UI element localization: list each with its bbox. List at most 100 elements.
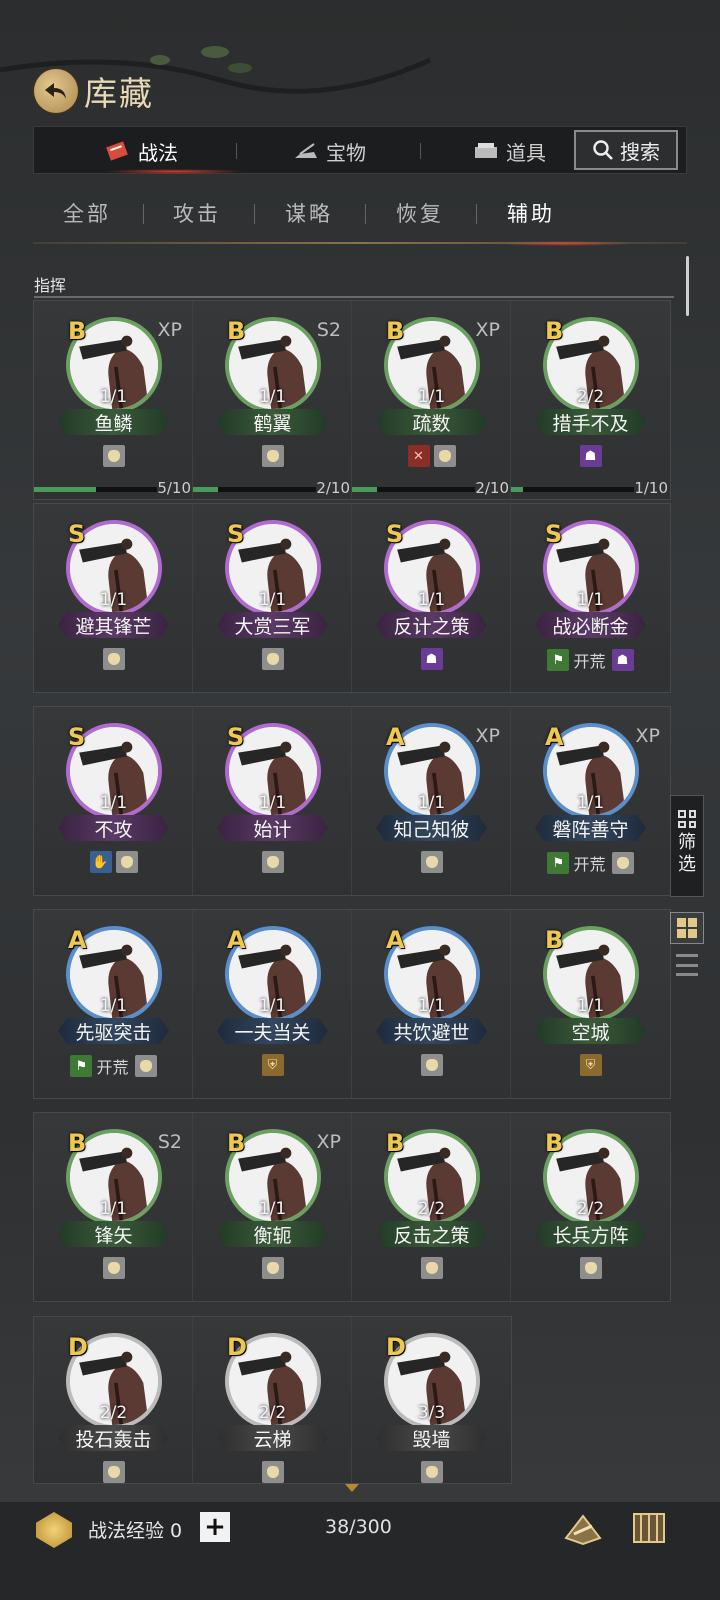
bag-icon (115, 851, 138, 873)
skill-tag: S2 (157, 1131, 182, 1153)
back-button[interactable] (34, 69, 78, 113)
skill-count: 2/2 (258, 1403, 287, 1423)
skill-tag: XP (475, 319, 500, 341)
skill-count: 1/1 (576, 793, 605, 813)
skill-card[interactable]: B XP 1/1 疏数 ✕ 2/10 (352, 301, 511, 499)
skill-card[interactable]: B 2/2 措手不及 ☗ 1/10 (511, 301, 670, 499)
skill-card[interactable]: S 1/1 避其锋芒 (34, 504, 193, 692)
progress-text: 2/10 (316, 479, 350, 497)
skill-card[interactable]: S 1/1 反计之策 ☗ (352, 504, 511, 692)
subtab-support[interactable]: 辅助 (507, 198, 555, 228)
search-icon (593, 140, 613, 160)
shield-icon: ⛨ (261, 1054, 284, 1076)
skill-name: 锋矢 (58, 1221, 169, 1247)
skill-count: 1/1 (417, 387, 446, 407)
subtab-all[interactable]: 全部 (63, 198, 111, 228)
skill-row: B XP 1/1 鱼鳞 5/10 B S2 1/1 鹤翼 2/10 B XP 1/1 疏数 ✕ 2/10 B 2/… (33, 300, 671, 500)
bag-icon (102, 648, 125, 670)
active-tab-glow (104, 169, 244, 174)
skill-card[interactable]: B S2 1/1 鹤翼 2/10 (193, 301, 352, 499)
tab-label: 道具 (506, 140, 546, 165)
subtab-attack[interactable]: 攻击 (173, 198, 221, 228)
list-view-toggle[interactable] (676, 954, 698, 976)
subtab-underline (33, 242, 687, 244)
skill-row: S 1/1 避其锋芒 S 1/1 大赏三军 S 1/1 反计之策 ☗ S 1/1 战必断金 ⚑ 开荒 ☗ (33, 503, 671, 693)
divider (365, 204, 366, 224)
scrollbar[interactable] (686, 256, 689, 316)
skill-type-icons: ⚑ 开荒 ☗ (511, 648, 670, 672)
filter-label-1: 筛 (678, 832, 696, 853)
skill-card[interactable]: A 1/1 一夫当关 ⛨ (193, 910, 352, 1098)
skill-card[interactable]: A 1/1 共饮避世 (352, 910, 511, 1098)
subtab-recover[interactable]: 恢复 (396, 198, 444, 228)
skill-card[interactable]: B 2/2 长兵方阵 (511, 1113, 670, 1301)
progress-fill (34, 487, 96, 492)
skill-name: 鹤翼 (217, 409, 328, 435)
skill-name: 一夫当关 (217, 1018, 328, 1044)
skill-card[interactable]: A XP 1/1 知己知彼 (352, 707, 511, 895)
grade-badge: B (68, 1129, 87, 1157)
skill-type-icons (34, 1461, 193, 1483)
tab-label: 宝物 (326, 140, 366, 165)
skill-row: D 2/2 投石轰击 D 2/2 云梯 D 3/3 毁墙 (33, 1316, 512, 1484)
skill-count: 1/1 (99, 793, 128, 813)
skill-card[interactable]: D 2/2 云梯 (193, 1317, 352, 1483)
bag-icon (261, 445, 284, 467)
skill-type-icons (34, 445, 193, 467)
skill-card[interactable]: S 1/1 不攻 ✋ (34, 707, 193, 895)
back-arrow-icon (45, 83, 66, 99)
progress-text: 1/10 (634, 479, 668, 497)
skill-card[interactable]: B XP 1/1 鱼鳞 5/10 (34, 301, 193, 499)
tab-daoju[interactable]: 道具 (472, 127, 546, 175)
skill-type-icons: ☗ (511, 445, 670, 467)
skill-name: 知己知彼 (376, 815, 487, 841)
skill-card[interactable]: D 3/3 毁墙 (352, 1317, 511, 1483)
bag-icon (102, 445, 125, 467)
skill-count: 1/1 (99, 1199, 128, 1219)
skill-type-icons: ⛨ (511, 1054, 670, 1076)
skill-type-icons (352, 1054, 511, 1076)
search-button[interactable]: 搜索 (574, 130, 678, 170)
skill-card[interactable]: B S2 1/1 锋矢 (34, 1113, 193, 1301)
skill-type-icons: ⚑ 开荒 (511, 851, 670, 875)
exp-progress: 1/10 (511, 479, 670, 500)
add-exp-button[interactable]: + (200, 1512, 230, 1542)
skill-tag: XP (157, 319, 182, 341)
skill-type-icons (193, 1461, 352, 1483)
grade-badge: A (545, 723, 564, 751)
progress-track (511, 487, 634, 492)
filter-button[interactable]: 筛 选 (670, 795, 704, 897)
grid-view-toggle[interactable] (670, 912, 704, 944)
skill-card[interactable]: B 2/2 反击之策 (352, 1113, 511, 1301)
scroll-icon (106, 141, 128, 161)
skill-card[interactable]: A XP 1/1 磐阵善守 ⚑ 开荒 (511, 707, 670, 895)
skill-type-icons (34, 1257, 193, 1279)
skill-name: 鱼鳞 (58, 409, 169, 435)
skill-card[interactable]: A 1/1 先驱突击 ⚑ 开荒 (34, 910, 193, 1098)
header: 库藏 (34, 66, 154, 116)
convert-icon[interactable] (560, 1508, 606, 1548)
bag-icon (420, 1257, 443, 1279)
skill-card[interactable]: B 1/1 空城 ⛨ (511, 910, 670, 1098)
skill-name: 避其锋芒 (58, 612, 169, 638)
skill-card[interactable]: D 2/2 投石轰击 (34, 1317, 193, 1483)
skill-card[interactable]: B XP 1/1 衡轭 (193, 1113, 352, 1301)
tab-label: 战法 (138, 140, 178, 165)
skill-card[interactable]: S 1/1 战必断金 ⚑ 开荒 ☗ (511, 504, 670, 692)
tab-baowu[interactable]: 宝物 (292, 127, 366, 175)
subtab-strategy[interactable]: 谋略 (285, 198, 333, 228)
skill-card[interactable]: S 1/1 大赏三军 (193, 504, 352, 692)
skill-count: 1/1 (417, 996, 446, 1016)
capacity-count: 38/300 (325, 1516, 392, 1538)
kaihuang-label: 开荒 (573, 652, 606, 671)
bundle-icon[interactable] (626, 1508, 672, 1548)
grade-badge: B (227, 317, 246, 345)
skill-type-icons (193, 1257, 352, 1279)
filter-icon (678, 810, 696, 828)
top-tab-bar: 战法 宝物 道具 搜索 (33, 126, 687, 174)
skill-count: 1/1 (99, 996, 128, 1016)
tab-zhanfa[interactable]: 战法 (104, 127, 178, 175)
bag-icon (102, 1257, 125, 1279)
skill-count: 1/1 (99, 590, 128, 610)
skill-card[interactable]: S 1/1 始计 (193, 707, 352, 895)
